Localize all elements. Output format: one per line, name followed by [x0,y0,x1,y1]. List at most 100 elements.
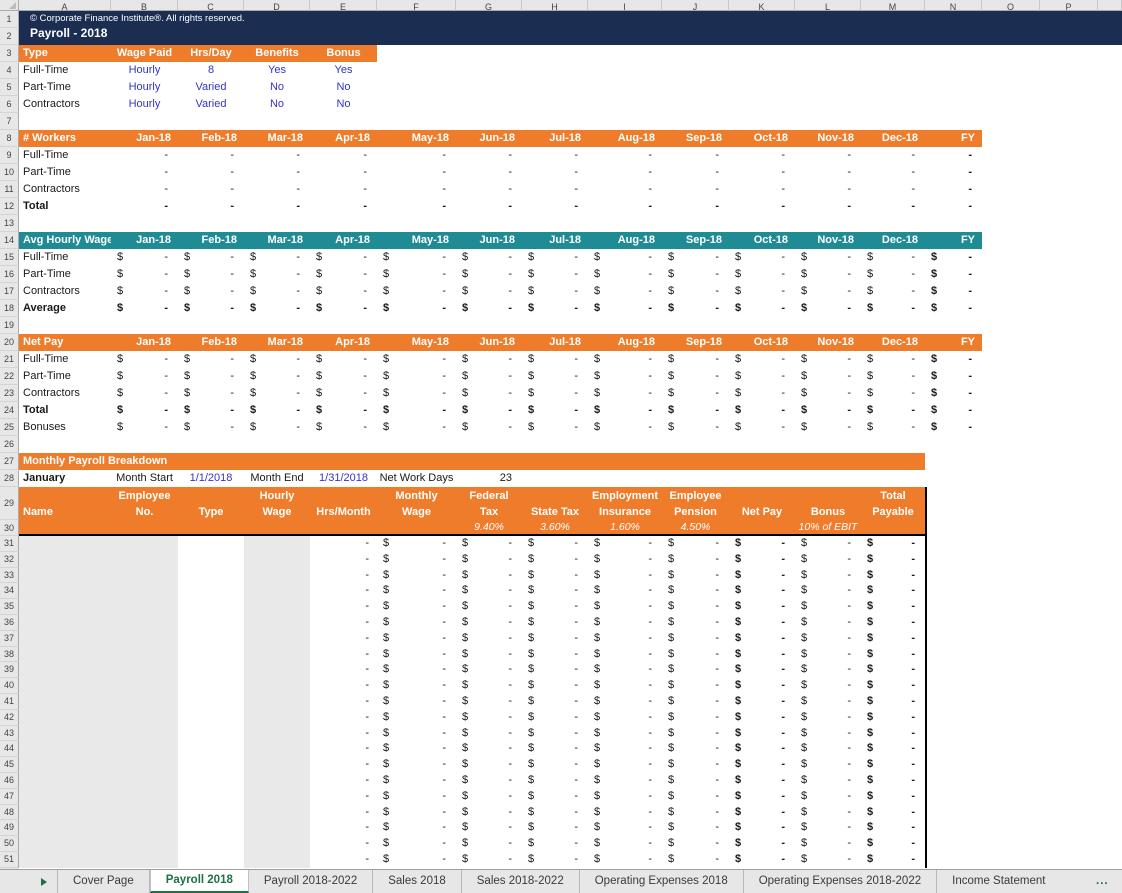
hrs-month-cell[interactable]: - [310,615,377,631]
total-payable-cell[interactable]: $- [861,599,925,615]
state-tax-cell[interactable]: $- [522,757,588,773]
row-header-15[interactable]: 15 [0,249,19,266]
value-cell[interactable]: $- [588,351,662,368]
month-header-sep-18[interactable]: Sep-18 [662,232,729,249]
value-cell[interactable]: $- [244,266,310,283]
column-header-a[interactable]: A [19,0,111,11]
federal-tax-cell[interactable]: $- [456,836,522,852]
value-cell[interactable]: $- [729,419,795,436]
column-header-h[interactable]: H [522,0,588,11]
federal-tax-cell[interactable]: $- [456,662,522,678]
row-header-6[interactable]: 6 [0,96,19,113]
employee-pension-cell[interactable]: $- [662,710,729,726]
total-payable-cell[interactable]: $- [861,773,925,789]
net-pay-cell[interactable]: $- [729,678,795,694]
month-header-jan-18[interactable]: Jan-18 [111,334,178,351]
month-header-apr-18[interactable]: Apr-18 [310,130,377,147]
value-cell[interactable]: $- [729,300,795,317]
row-header-47[interactable]: 47 [0,789,19,805]
value-cell[interactable]: - [178,164,244,181]
net-pay-cell[interactable]: $- [729,773,795,789]
value-cell[interactable]: $- [861,300,925,317]
hourly-wage-cell[interactable] [244,599,310,615]
value-cell[interactable]: $- [244,249,310,266]
total-payable-cell[interactable]: $- [861,694,925,710]
month-header-nov-18[interactable]: Nov-18 [795,232,861,249]
total-payable-cell[interactable]: $- [861,536,925,552]
net-pay-cell[interactable]: $- [729,726,795,742]
monthly-wage-cell[interactable]: $- [377,536,456,552]
row-header-20[interactable]: 20 [0,334,19,351]
row-header-25[interactable]: 25 [0,419,19,436]
name-cell[interactable] [19,710,111,726]
value-cell[interactable]: $- [178,385,244,402]
state-tax-cell[interactable]: $- [522,568,588,584]
value-cell[interactable]: $- [795,266,861,283]
row-header-43[interactable]: 43 [0,726,19,742]
value-cell[interactable]: $- [662,402,729,419]
type-value-cell[interactable]: 8 [178,62,244,79]
name-cell[interactable] [19,552,111,568]
value-cell[interactable]: - [456,198,522,215]
month-header-mar-18[interactable]: Mar-18 [244,334,310,351]
hourly-wage-cell[interactable] [244,710,310,726]
employee-no-cell[interactable] [111,852,178,868]
value-cell[interactable]: $- [861,385,925,402]
type-cell[interactable] [178,789,244,805]
value-cell[interactable]: - [456,164,522,181]
employment-insurance-cell[interactable]: $- [588,741,662,757]
type-cell[interactable] [178,852,244,868]
row-label-full-time[interactable]: Full-Time [19,351,111,368]
column-header-m[interactable]: M [861,0,925,11]
sheet-tab-operating-expenses-2018[interactable]: Operating Expenses 2018 [580,870,744,893]
state-tax-cell[interactable]: $- [522,726,588,742]
monthly-wage-cell[interactable]: $- [377,662,456,678]
value-cell[interactable]: $- [861,351,925,368]
total-payable-cell[interactable]: $- [861,583,925,599]
breakdown-col-hrs-month[interactable]: Hrs/Month [310,487,377,534]
net-pay-cell[interactable]: $- [729,647,795,663]
total-payable-cell[interactable]: $- [861,741,925,757]
value-cell[interactable]: $- [377,385,456,402]
value-cell[interactable]: $- [310,351,377,368]
value-cell[interactable]: $- [377,249,456,266]
total-payable-cell[interactable]: $- [861,836,925,852]
employee-pension-cell[interactable]: $- [662,820,729,836]
employee-no-cell[interactable] [111,583,178,599]
row-header-21[interactable]: 21 [0,351,19,368]
breakdown-col-name[interactable]: Name [19,487,111,534]
row-header-14[interactable]: 14 [0,232,19,249]
federal-tax-cell[interactable]: $- [456,710,522,726]
row-header-51[interactable]: 51 [0,852,19,868]
row-header-10[interactable]: 10 [0,164,19,181]
value-cell[interactable]: $- [662,368,729,385]
row-header-33[interactable]: 33 [0,568,19,584]
value-cell[interactable]: $- [456,266,522,283]
value-cell[interactable]: $- [522,402,588,419]
type-header-benefits[interactable]: Benefits [244,45,310,62]
type-cell[interactable] [178,552,244,568]
month-header-jul-18[interactable]: Jul-18 [522,130,588,147]
value-cell[interactable]: - [377,147,456,164]
column-header-d[interactable]: D [244,0,310,11]
hourly-wage-cell[interactable] [244,757,310,773]
value-cell[interactable]: $- [111,249,178,266]
month-header-dec-18[interactable]: Dec-18 [861,130,925,147]
value-cell[interactable]: $- [662,419,729,436]
month-start-value-cell[interactable]: 1/1/2018 [178,470,244,487]
bonus-cell[interactable]: $- [795,536,861,552]
row-header-26[interactable]: 26 [0,436,19,453]
workers-title[interactable]: # Workers [19,130,111,147]
row-header-36[interactable]: 36 [0,615,19,631]
value-cell[interactable]: $- [795,283,861,300]
month-header-sep-18[interactable]: Sep-18 [662,130,729,147]
value-cell[interactable]: - [310,164,377,181]
type-value-cell[interactable]: No [244,96,310,113]
sheet-tab-income-statement[interactable]: Income Statement [937,870,1096,893]
value-cell[interactable]: - [662,164,729,181]
column-header-i[interactable]: I [588,0,662,11]
hrs-month-cell[interactable]: - [310,805,377,821]
bonus-cell[interactable]: $- [795,568,861,584]
value-cell[interactable]: $- [729,368,795,385]
net-pay-cell[interactable]: $- [729,805,795,821]
